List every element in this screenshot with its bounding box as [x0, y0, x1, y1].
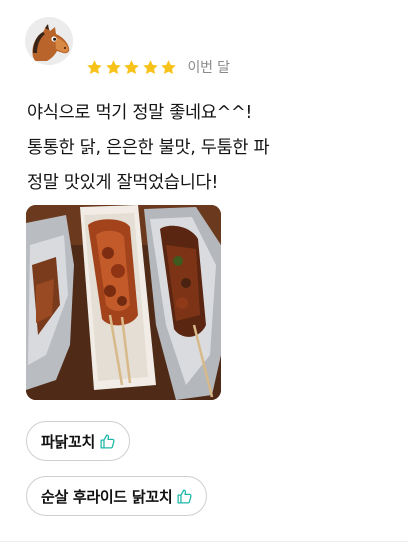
star-icon [105, 59, 121, 74]
review-card: 이번 달 야식으로 먹기 정말 좋네요^^! 통통한 닭, 은은한 불맛, 두툼한… [0, 0, 408, 544]
food-photo-image [26, 205, 221, 400]
avatar[interactable] [25, 17, 73, 65]
review-text-line: 정말 맛있게 잘먹었습니다! [27, 173, 219, 193]
star-icon [124, 59, 139, 74]
horse-avatar-icon [25, 17, 73, 65]
star-rating [86, 59, 179, 76]
review-text-line: 야식으로 먹기 정말 좋네요^^! [27, 103, 253, 123]
tag-boneless-fried-chicken-skewer[interactable]: 순살 후라이드 닭꼬치 [26, 476, 208, 516]
review-text: 야식으로 먹기 정말 좋네요^^! 통통한 닭, 은은한 불맛, 두툼한 파정말 … [27, 96, 387, 201]
divider [0, 541, 408, 542]
tag-label: 파닭꼬치 [41, 432, 96, 451]
star-icon [142, 59, 158, 74]
thumbs-up-icon [177, 488, 192, 504]
star-icon [87, 59, 102, 74]
review-photo[interactable] [26, 205, 221, 400]
rating-row: 이번 달 [86, 55, 230, 79]
tag-pa-dak-kkochi[interactable]: 파닭꼬치 [26, 421, 131, 461]
star-icon [161, 59, 176, 74]
review-text-line: 통통한 닭, 은은한 불맛, 두툼한 파 [27, 138, 270, 158]
review-date: 이번 달 [187, 60, 230, 76]
tag-label: 순살 후라이드 닭꼬치 [41, 487, 173, 506]
thumbs-up-icon [100, 433, 115, 449]
